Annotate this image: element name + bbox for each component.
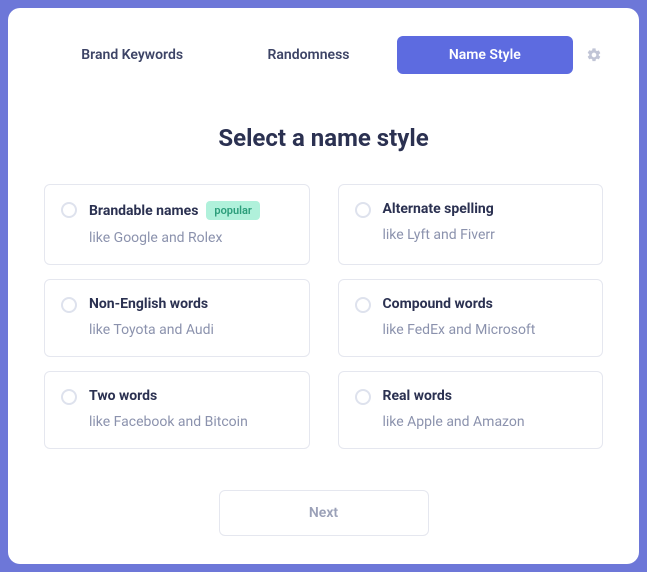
radio-icon [355, 389, 371, 405]
radio-icon [355, 202, 371, 218]
option-title: Non-English words [89, 296, 208, 312]
page-title: Select a name style [44, 124, 603, 152]
option-content: Real words like Apple and Amazon [383, 388, 525, 430]
tab-brand-keywords[interactable]: Brand Keywords [44, 36, 220, 74]
option-content: Alternate spelling like Lyft and Fiverr [383, 201, 495, 243]
option-title-row: Alternate spelling [383, 201, 495, 217]
option-brandable-names[interactable]: Brandable names popular like Google and … [44, 184, 310, 265]
tabs: Brand Keywords Randomness Name Style [44, 36, 573, 74]
option-desc: like Lyft and Fiverr [383, 227, 495, 243]
option-title: Real words [383, 388, 452, 404]
radio-icon [61, 202, 77, 218]
options-grid: Brandable names popular like Google and … [44, 184, 603, 449]
option-title: Brandable names [89, 203, 198, 219]
tab-name-style[interactable]: Name Style [397, 36, 573, 74]
popular-badge: popular [206, 201, 259, 220]
option-real-words[interactable]: Real words like Apple and Amazon [338, 371, 604, 449]
option-title-row: Real words [383, 388, 525, 404]
option-content: Compound words like FedEx and Microsoft [383, 296, 536, 338]
option-alternate-spelling[interactable]: Alternate spelling like Lyft and Fiverr [338, 184, 604, 265]
option-two-words[interactable]: Two words like Facebook and Bitcoin [44, 371, 310, 449]
option-desc: like Toyota and Audi [89, 322, 214, 338]
option-content: Two words like Facebook and Bitcoin [89, 388, 248, 430]
tabs-row: Brand Keywords Randomness Name Style [44, 36, 603, 74]
option-title: Two words [89, 388, 157, 404]
wizard-card: Brand Keywords Randomness Name Style Sel… [8, 8, 639, 564]
option-title-row: Two words [89, 388, 248, 404]
option-title: Alternate spelling [383, 201, 494, 217]
option-non-english-words[interactable]: Non-English words like Toyota and Audi [44, 279, 310, 357]
radio-icon [61, 297, 77, 313]
option-desc: like Facebook and Bitcoin [89, 414, 248, 430]
option-desc: like FedEx and Microsoft [383, 322, 536, 338]
option-desc: like Apple and Amazon [383, 414, 525, 430]
option-title-row: Brandable names popular [89, 201, 260, 220]
footer: Next [44, 460, 603, 536]
radio-icon [355, 297, 371, 313]
option-compound-words[interactable]: Compound words like FedEx and Microsoft [338, 279, 604, 357]
option-title: Compound words [383, 296, 493, 312]
gear-icon[interactable] [585, 46, 603, 64]
radio-icon [61, 389, 77, 405]
option-desc: like Google and Rolex [89, 230, 260, 246]
option-title-row: Compound words [383, 296, 536, 312]
option-content: Brandable names popular like Google and … [89, 201, 260, 246]
tab-randomness[interactable]: Randomness [220, 36, 396, 74]
option-title-row: Non-English words [89, 296, 214, 312]
next-button[interactable]: Next [219, 490, 429, 536]
option-content: Non-English words like Toyota and Audi [89, 296, 214, 338]
